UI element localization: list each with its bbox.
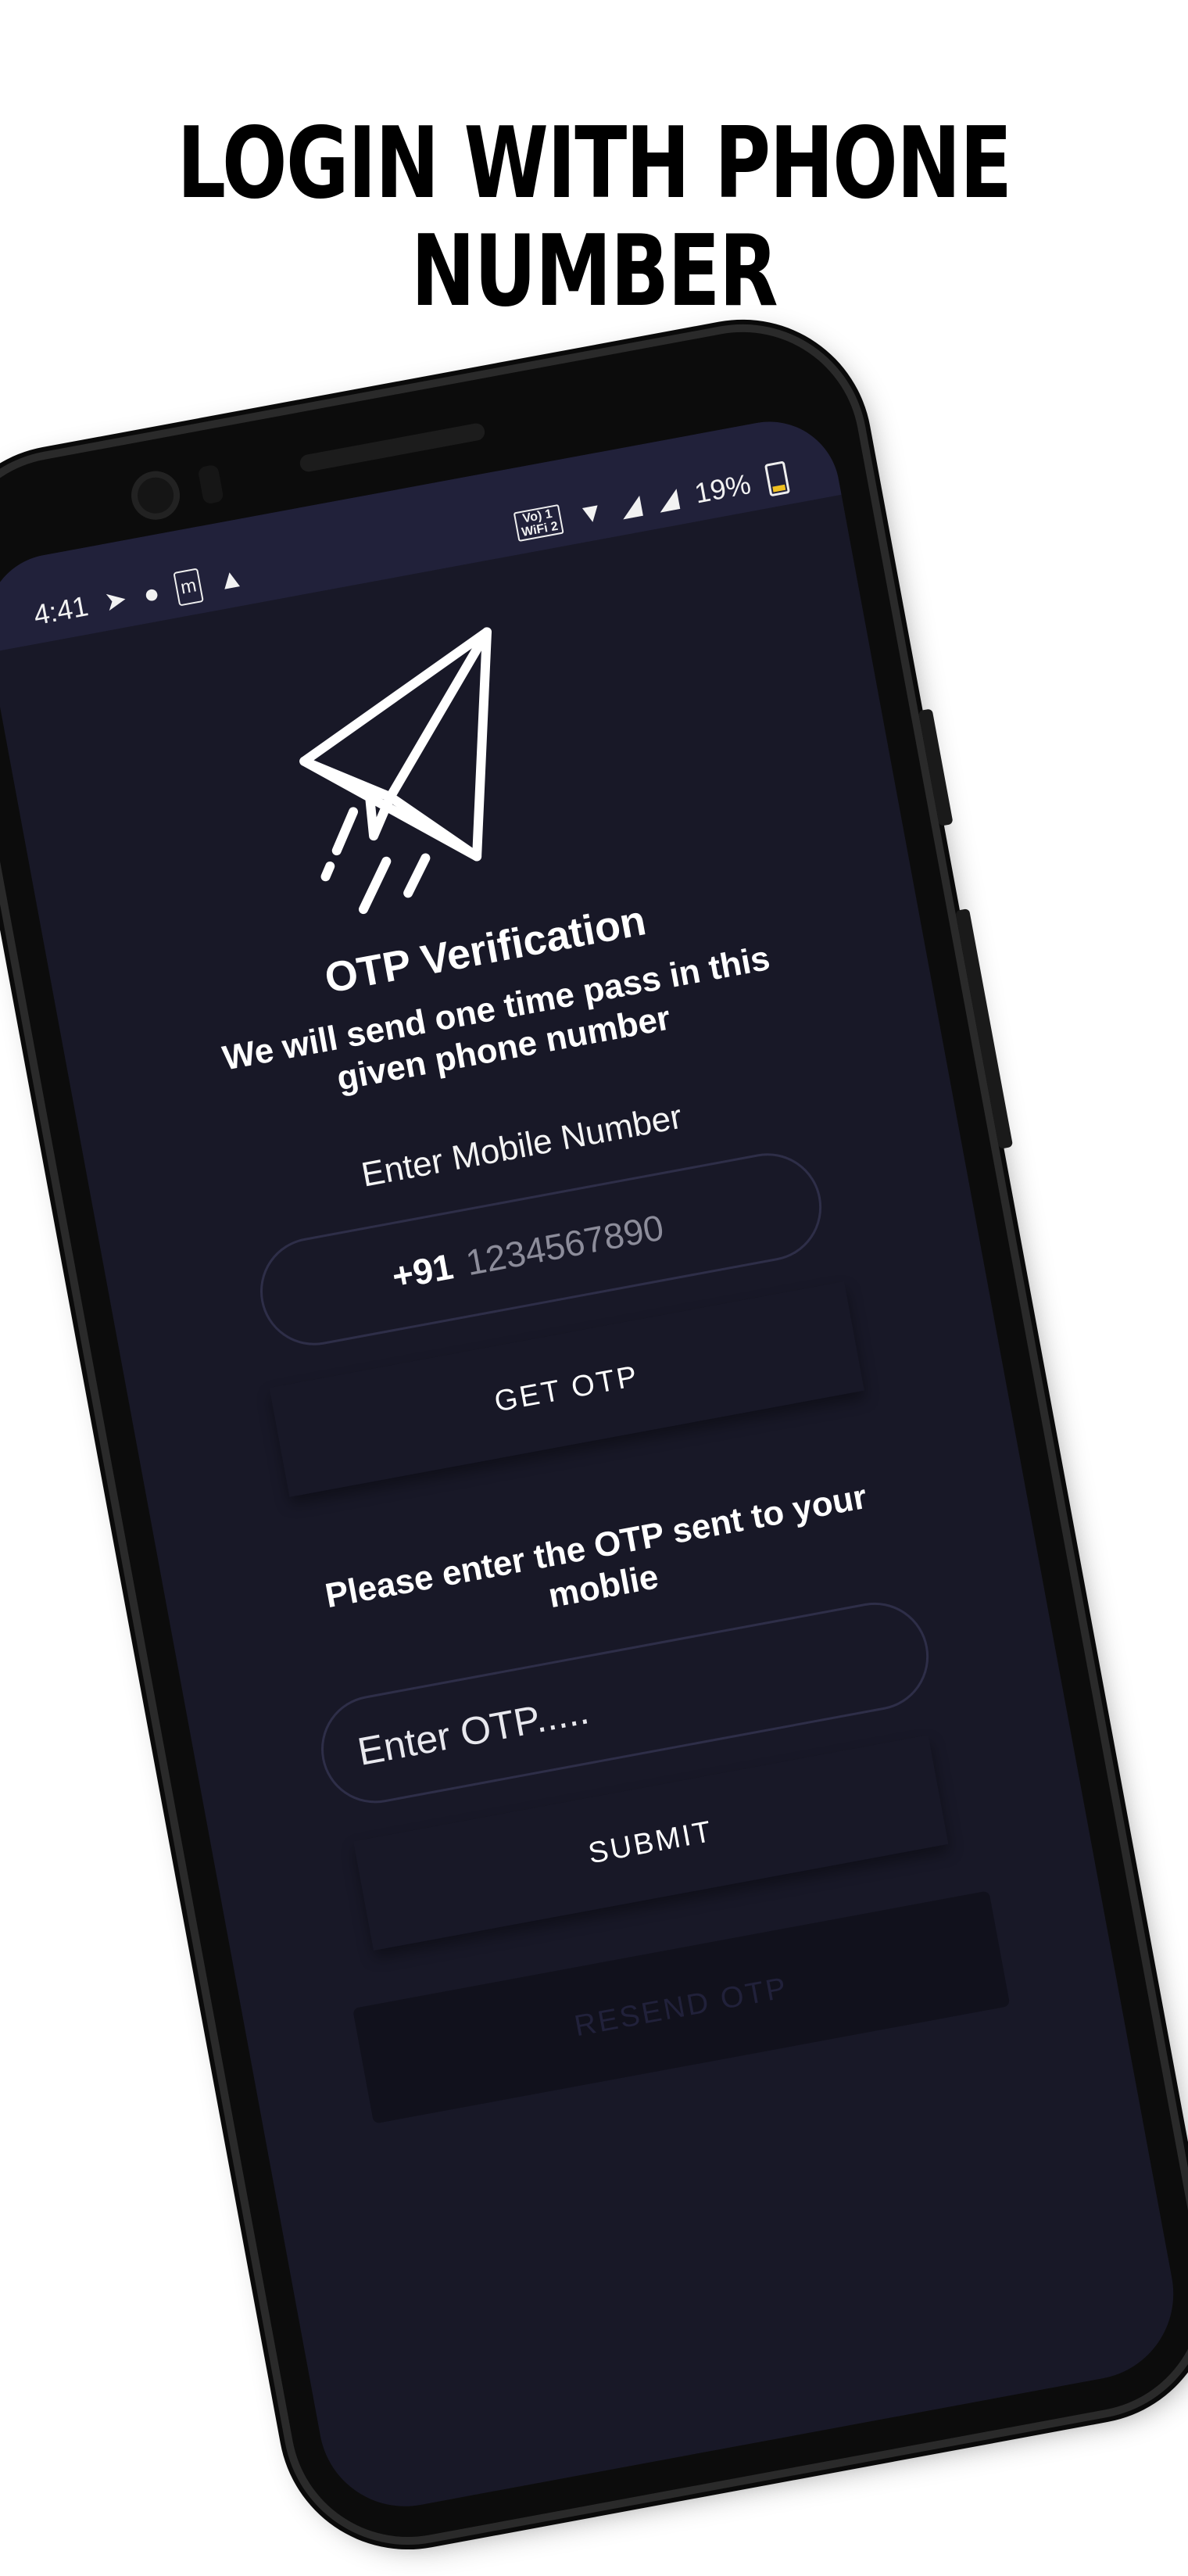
wifi-icon: ▼: [575, 496, 607, 531]
phone-input[interactable]: [462, 1201, 693, 1284]
proximity-sensor: [197, 464, 224, 505]
country-code: +91: [388, 1245, 456, 1297]
app-screen: 4:41 ➤ ● m ▲ Vo) 1 WiFi 2 ▼ ◢ ◢ 19% OTP …: [0, 410, 1188, 2520]
volume-button: [955, 908, 1014, 1149]
signal-icon: ◢: [618, 489, 644, 523]
triangle-icon: ▲: [215, 562, 247, 597]
phone-body: 4:41 ➤ ● m ▲ Vo) 1 WiFi 2 ▼ ◢ ◢ 19% OTP …: [0, 313, 1188, 2556]
app-icon: ●: [141, 578, 163, 611]
send-icon: ➤: [102, 583, 130, 618]
otp-input[interactable]: [354, 1639, 854, 1775]
status-bar-left: 4:41 ➤ ● m ▲: [31, 560, 247, 632]
volte-icon: Vo) 1 WiFi 2: [513, 503, 564, 543]
signal-2-icon: ◢: [655, 482, 682, 516]
status-bar-right: Vo) 1 WiFi 2 ▼ ◢ ◢ 19%: [513, 460, 791, 543]
power-button: [918, 708, 954, 827]
battery-icon: [764, 460, 791, 497]
battery-percent: 19%: [692, 468, 753, 510]
status-time: 4:41: [30, 589, 91, 632]
paper-plane-icon: [299, 627, 492, 915]
m-icon: m: [173, 568, 205, 607]
earpiece: [298, 421, 486, 474]
front-camera: [127, 467, 184, 524]
phone-mockup: 4:41 ➤ ● m ▲ Vo) 1 WiFi 2 ▼ ◢ ◢ 19% OTP …: [0, 0, 1188, 2556]
